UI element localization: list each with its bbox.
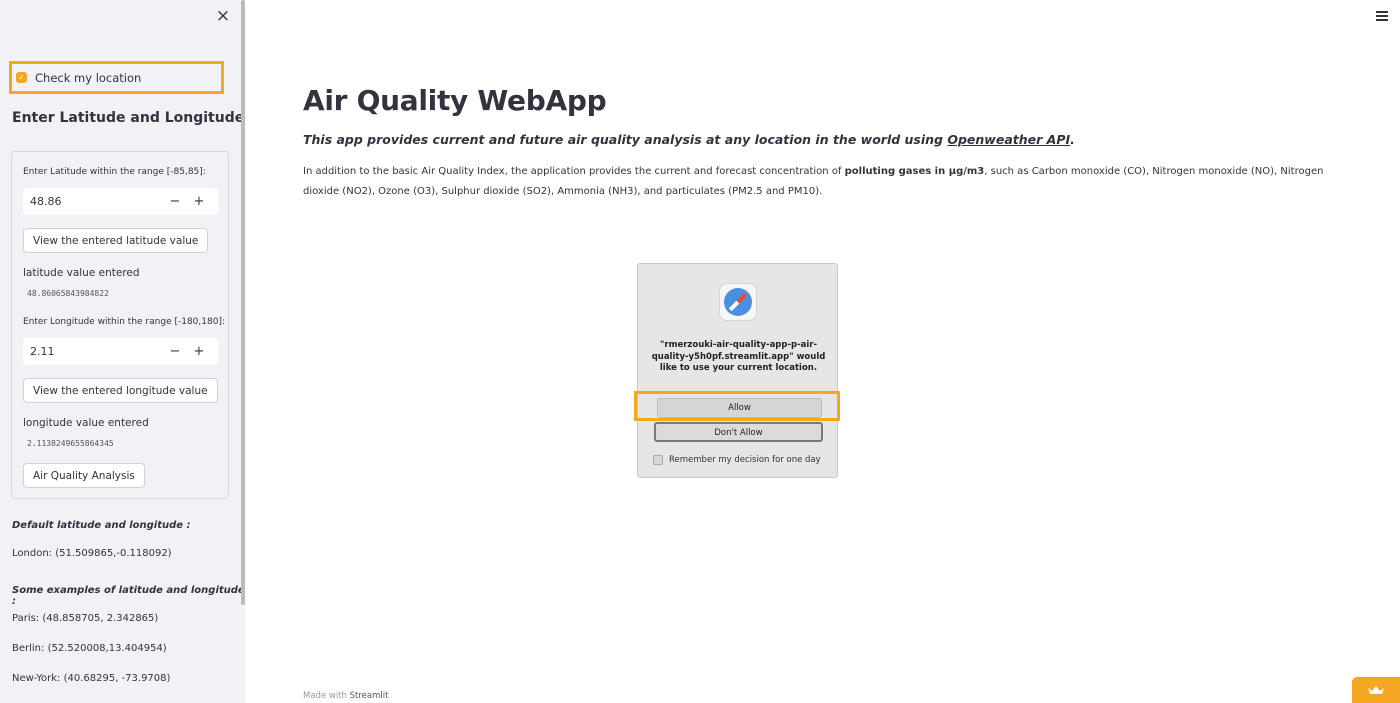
view-longitude-button[interactable]: View the entered longitude value (23, 378, 218, 403)
remember-decision-checkbox[interactable]: Remember my decision for one day (653, 455, 821, 465)
longitude-entered-label: longitude value entered (23, 417, 149, 429)
longitude-input[interactable]: − + (23, 338, 218, 365)
latitude-increment-button[interactable]: + (187, 188, 211, 215)
allow-highlight-box (634, 391, 840, 421)
examples-heading: Some examples of latitude and longitude … (12, 585, 245, 607)
coordinates-form: Enter Latitude within the range [-85,85]… (11, 151, 229, 499)
remember-checkbox-box[interactable] (653, 455, 663, 465)
latitude-input[interactable]: − + (23, 188, 218, 215)
close-sidebar-icon[interactable]: × (214, 7, 232, 25)
default-coordinates-value: London: (51.509865,-0.118092) (12, 548, 172, 559)
dialog-message: "rmerzouki-air-quality-app-p-air-quality… (651, 340, 826, 373)
latitude-entered-label: latitude value entered (23, 267, 140, 279)
description-paragraph: In addition to the basic Air Quality Ind… (303, 162, 1333, 202)
air-quality-analysis-button[interactable]: Air Quality Analysis (23, 463, 145, 488)
latitude-field[interactable] (23, 195, 163, 208)
example-item: Berlin: (52.520008,13.404954) (12, 643, 167, 654)
streamlit-crown-badge[interactable] (1352, 677, 1400, 703)
page-subtitle: This app provides current and future air… (303, 132, 1075, 147)
check-location-checkbox[interactable]: ✓ Check my location (9, 61, 224, 94)
dont-allow-button[interactable]: Don't Allow (654, 422, 823, 442)
sidebar: × ✓ Check my location Enter Latitude and… (0, 0, 245, 703)
subtitle-text: This app provides current and future air… (303, 132, 948, 147)
footer-prefix: Made with (303, 691, 350, 701)
latitude-entered-value: 48.86065843984822 (27, 289, 109, 298)
openweather-api-link[interactable]: Openweather API (947, 132, 1070, 147)
subtitle-suffix: . (1070, 132, 1075, 147)
hamburger-menu-icon[interactable] (1376, 11, 1388, 21)
example-item: Paris: (48.858705, 2.342865) (12, 613, 159, 624)
page-title: Air Quality WebApp (303, 84, 607, 117)
para-text: In addition to the basic Air Quality Ind… (303, 166, 845, 177)
latitude-decrement-button[interactable]: − (163, 188, 187, 215)
longitude-entered-value: 2.1138249655864345 (27, 439, 114, 448)
example-item: New-York: (40.68295, -73.9708) (12, 673, 171, 684)
longitude-label: Enter Longitude within the range [-180,1… (23, 317, 225, 327)
location-permission-dialog: "rmerzouki-air-quality-app-p-air-quality… (637, 263, 838, 478)
checkbox-checked-icon[interactable]: ✓ (16, 72, 27, 83)
latitude-label: Enter Latitude within the range [-85,85]… (23, 167, 206, 177)
longitude-decrement-button[interactable]: − (163, 338, 187, 365)
streamlit-link[interactable]: Streamlit (350, 691, 389, 701)
crown-icon (1367, 685, 1385, 695)
check-location-label: Check my location (35, 70, 142, 85)
footer: Made with Streamlit (303, 691, 388, 701)
default-coordinates-heading: Default latitude and longitude : (12, 520, 191, 531)
para-bold-text: polluting gases in µg/m3 (844, 166, 985, 177)
longitude-field[interactable] (23, 345, 163, 358)
remember-label: Remember my decision for one day (669, 455, 821, 465)
safari-compass-icon (719, 283, 757, 321)
sidebar-scrollbar[interactable] (241, 0, 245, 605)
longitude-increment-button[interactable]: + (187, 338, 211, 365)
view-latitude-button[interactable]: View the entered latitude value (23, 228, 209, 253)
sidebar-heading: Enter Latitude and Longitude (12, 110, 245, 126)
